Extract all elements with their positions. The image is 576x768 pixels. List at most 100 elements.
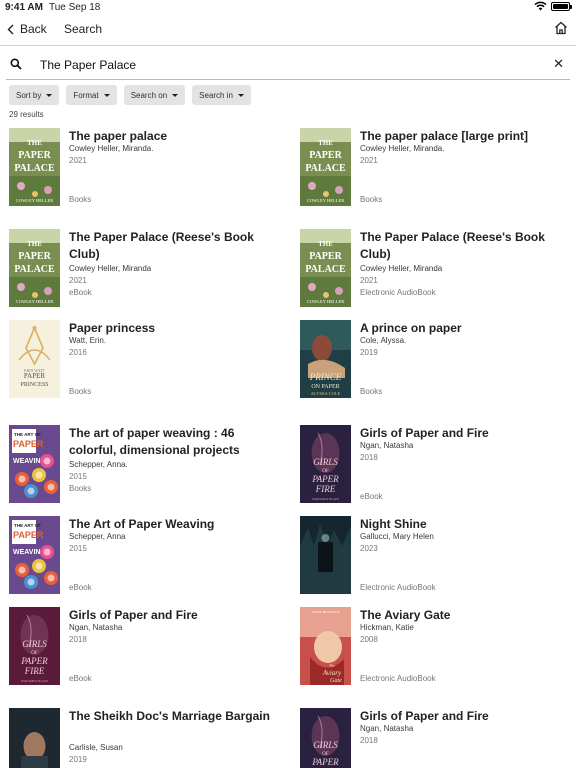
result-title[interactable]: The Art of Paper Weaving xyxy=(69,516,279,533)
book-cover-image[interactable]: THE PAPER PALACE COWLEY HELLER xyxy=(300,229,351,307)
svg-text:FIRE: FIRE xyxy=(24,666,45,676)
result-card[interactable]: GIRLSOFPAPERFIRENATASHA NGAN Girls of Pap… xyxy=(300,708,570,768)
result-format: eBook xyxy=(69,674,92,683)
book-cover-image[interactable]: THE ART OF PAPER WEAVING xyxy=(9,425,60,503)
result-author: Cowley Heller, Miranda. xyxy=(360,144,445,153)
book-cover-image[interactable]: GIRLSOFPAPERFIRENATASHA NGAN xyxy=(300,708,351,768)
result-year: 2018 xyxy=(69,635,87,644)
svg-text:PAPER: PAPER xyxy=(18,150,51,161)
book-cover-image[interactable]: PAPER PRINCESS ERIN WATT xyxy=(9,320,60,398)
result-format: Books xyxy=(69,195,92,204)
result-card[interactable]: THE PAPER PALACE COWLEY HELLER The paper pal… xyxy=(9,128,279,218)
svg-text:PAPER: PAPER xyxy=(24,372,45,380)
book-cover-image[interactable]: KATIE HICKMAN The Aviary Gate xyxy=(300,607,351,685)
result-title[interactable]: Night Shine xyxy=(360,516,570,533)
svg-text:THE: THE xyxy=(27,139,42,147)
home-button[interactable] xyxy=(554,21,568,40)
result-format: eBook xyxy=(360,492,383,501)
result-card[interactable]: THE PAPER PALACE COWLEY HELLER The Paper Pal… xyxy=(9,229,279,319)
svg-text:GIRLS: GIRLS xyxy=(313,740,338,750)
result-year: 2015 xyxy=(69,472,87,481)
result-title[interactable]: The Paper Palace (Reese's Book Club) xyxy=(69,229,279,263)
result-title[interactable]: The paper palace xyxy=(69,128,279,145)
result-title[interactable]: Paper princess xyxy=(69,320,279,337)
caret-down-icon xyxy=(172,93,179,97)
result-author: Watt, Erin. xyxy=(69,336,107,345)
search-in-label: Search in xyxy=(199,90,233,100)
svg-text:THE ART OF: THE ART OF xyxy=(14,432,41,437)
result-title[interactable]: The Sheikh Doc's Marriage Bargain xyxy=(69,708,279,725)
result-card[interactable]: PRINCE ON PAPER ALYSSA COLE A prince on pap… xyxy=(300,320,570,410)
result-year: 2008 xyxy=(360,635,378,644)
result-format: Electronic AudioBook xyxy=(360,674,436,683)
svg-text:PAPER: PAPER xyxy=(18,251,51,262)
result-card[interactable]: KATIE HICKMAN The Aviary Gate The Aviary Gat… xyxy=(300,607,570,697)
result-author: Schepper, Anna xyxy=(69,532,126,541)
result-title[interactable]: Girls of Paper and Fire xyxy=(360,708,570,725)
result-card[interactable]: THE ART OF PAPER WEAVING The art of paper w… xyxy=(9,425,279,515)
result-card[interactable]: The Sheikh Doc'sMarriage Bargain The Shei… xyxy=(9,708,279,768)
result-title[interactable]: The art of paper weaving : 46 colorful, … xyxy=(69,425,279,459)
result-card[interactable]: GIRLSOFPAPERFIRENATASHA NGAN Girls of Pap… xyxy=(300,425,570,515)
search-input[interactable] xyxy=(40,56,520,74)
svg-text:Aviary: Aviary xyxy=(322,669,342,677)
back-button[interactable]: Back xyxy=(7,22,47,36)
search-on-dropdown[interactable]: Search on xyxy=(123,85,186,105)
result-year: 2021 xyxy=(69,156,87,165)
result-author: Cowley Heller, Miranda. xyxy=(69,144,154,153)
search-on-label: Search on xyxy=(130,90,168,100)
result-author: Cole, Alyssa. xyxy=(360,336,407,345)
svg-text:COWLEY HELLER: COWLEY HELLER xyxy=(16,198,53,203)
sort-by-dropdown[interactable]: Sort by xyxy=(9,85,60,105)
svg-text:THE ART OF: THE ART OF xyxy=(14,523,41,528)
result-card[interactable]: THE PAPER PALACE COWLEY HELLER The Paper Pal… xyxy=(300,229,570,319)
nav-bar: Back Search xyxy=(0,16,576,46)
result-card[interactable]: THE ART OF PAPER WEAVING The Art of Paper W… xyxy=(9,516,279,606)
result-author: Ngan, Natasha xyxy=(360,441,414,450)
book-cover-image[interactable]: THE ART OF PAPER WEAVING xyxy=(9,516,60,594)
result-title[interactable]: The Paper Palace (Reese's Book Club) xyxy=(360,229,570,263)
book-cover-image[interactable]: GIRLSOFPAPERFIRENATASHA NGAN xyxy=(9,607,60,685)
book-cover-image[interactable] xyxy=(300,516,351,594)
result-author: Ngan, Natasha xyxy=(360,724,414,733)
result-title[interactable]: A prince on paper xyxy=(360,320,570,337)
book-cover-image[interactable]: THE PAPER PALACE COWLEY HELLER xyxy=(9,229,60,307)
result-title[interactable]: The paper palace [large print] xyxy=(360,128,570,145)
search-icon xyxy=(10,58,22,70)
svg-text:Gate: Gate xyxy=(330,678,342,684)
format-dropdown[interactable]: Format xyxy=(66,85,117,105)
search-bar: ✕ xyxy=(6,50,570,80)
filter-bar: Sort by Format Search on Search in xyxy=(9,85,251,105)
book-cover-image[interactable]: THE PAPER PALACE COWLEY HELLER xyxy=(300,128,351,206)
book-cover-image[interactable]: GIRLSOFPAPERFIRENATASHA NGAN xyxy=(300,425,351,503)
result-format: Books xyxy=(360,387,383,396)
book-cover-image[interactable]: PRINCE ON PAPER ALYSSA COLE xyxy=(300,320,351,398)
result-card[interactable]: PAPER PRINCESS ERIN WATT Paper princess Watt… xyxy=(9,320,279,410)
result-title[interactable]: The Aviary Gate xyxy=(360,607,570,624)
svg-text:ALYSSA COLE: ALYSSA COLE xyxy=(311,391,341,396)
result-card[interactable]: THE PAPER PALACE COWLEY HELLER The paper pal… xyxy=(300,128,570,218)
result-title[interactable]: Girls of Paper and Fire xyxy=(69,607,279,624)
search-in-dropdown[interactable]: Search in xyxy=(192,85,251,105)
book-cover-image[interactable]: THE PAPER PALACE COWLEY HELLER xyxy=(9,128,60,206)
svg-text:GIRLS: GIRLS xyxy=(22,639,47,649)
status-bar: 9:41 AM Tue Sep 18 xyxy=(0,0,576,16)
caret-down-icon xyxy=(103,93,110,97)
result-year: 2021 xyxy=(360,156,378,165)
clear-search-button[interactable]: ✕ xyxy=(553,57,564,71)
result-card[interactable]: Night Shine Gallucci, Mary Helen 2023 Elect… xyxy=(300,516,570,606)
svg-text:ERIN WATT: ERIN WATT xyxy=(24,368,45,373)
result-year: 2019 xyxy=(360,348,378,357)
book-cover-image[interactable]: The Sheikh Doc'sMarriage Bargain xyxy=(9,708,60,768)
result-title[interactable]: Girls of Paper and Fire xyxy=(360,425,570,442)
result-author: Carlisle, Susan xyxy=(69,743,123,752)
result-author: Ngan, Natasha xyxy=(69,623,123,632)
page-title: Search xyxy=(64,22,103,36)
result-author: Schepper, Anna. xyxy=(69,460,128,469)
result-card[interactable]: GIRLSOFPAPERFIRENATASHA NGAN Girls of Pap… xyxy=(9,607,279,697)
svg-text:PAPER: PAPER xyxy=(311,474,339,484)
battery-icon xyxy=(551,1,572,11)
svg-text:PAPER: PAPER xyxy=(309,251,342,262)
svg-text:The: The xyxy=(329,663,335,668)
result-format: Electronic AudioBook xyxy=(360,288,436,297)
